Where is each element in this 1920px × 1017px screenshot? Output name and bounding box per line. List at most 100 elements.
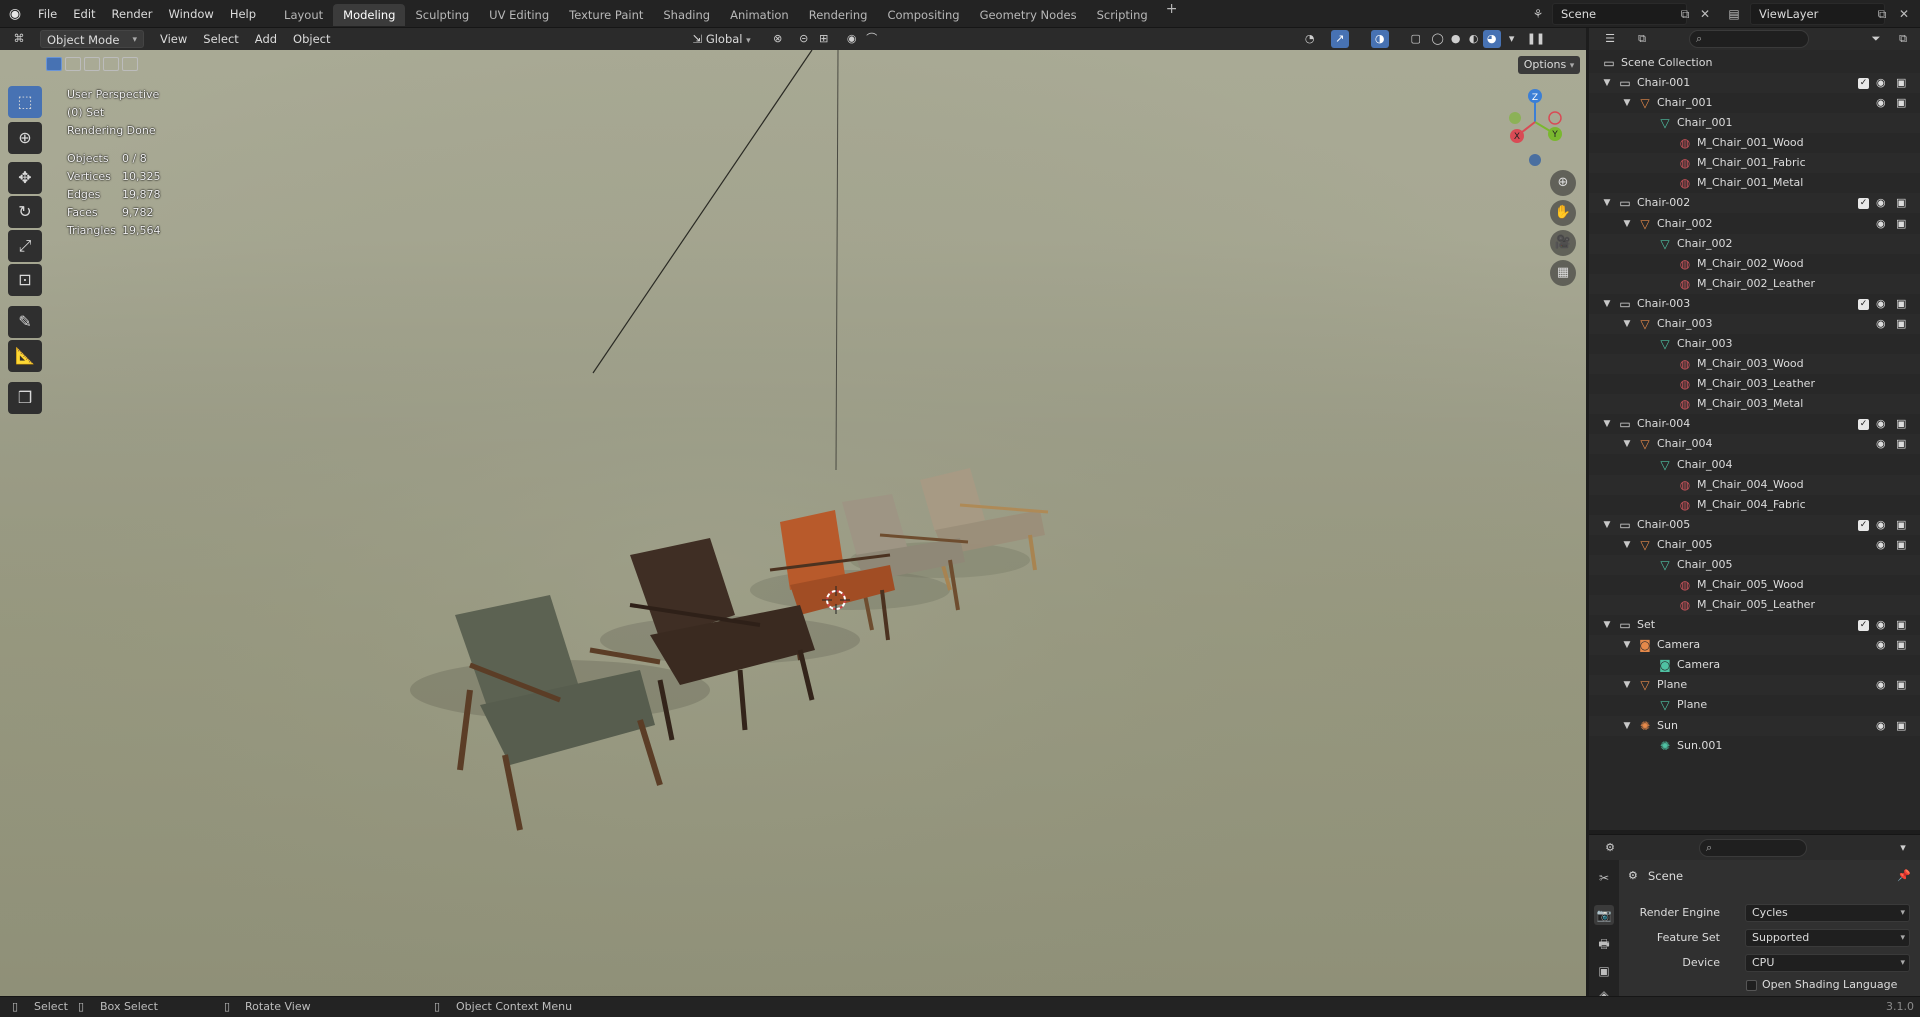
snap-toggle-icon[interactable]: ⊝ — [795, 30, 813, 48]
pan-hand-icon[interactable]: ✋ — [1550, 200, 1576, 226]
expand-toggle-icon[interactable]: ▼ — [1621, 675, 1633, 695]
exclude-checkbox[interactable]: ✓ — [1858, 78, 1869, 89]
pin-icon[interactable]: 📌 — [1897, 869, 1911, 882]
eye-icon[interactable]: ◉ — [1876, 93, 1886, 113]
view-layer-icon[interactable]: ▤ — [1724, 4, 1744, 24]
display-mode-icon[interactable]: ⧉ — [1633, 30, 1651, 48]
transform-orientation-dropdown[interactable]: ⇲ Global ▾ — [687, 30, 757, 48]
properties-editor-type-icon[interactable]: ⚙ — [1601, 839, 1619, 857]
tab-layout[interactable]: Layout — [274, 4, 333, 26]
rendered-shading-icon[interactable]: ◕ — [1482, 30, 1501, 48]
expand-toggle-icon[interactable]: ▼ — [1621, 635, 1633, 655]
exclude-checkbox[interactable]: ✓ — [1858, 198, 1869, 210]
outliner-item-mesh[interactable]: ▽ Chair_001 — [1589, 113, 1920, 134]
outliner-item-material[interactable]: ◍ M_Chair_005_Wood — [1589, 575, 1920, 595]
outliner-root[interactable]: ▭ Scene Collection — [1589, 53, 1920, 73]
render-camera-icon[interactable]: ▣ — [1896, 675, 1906, 695]
transform-tool-icon[interactable]: ⊡ — [8, 264, 42, 296]
tab-geometry-nodes[interactable]: Geometry Nodes — [970, 4, 1087, 26]
xray-toggle-icon[interactable]: ▢ — [1407, 30, 1425, 48]
outliner-item-material[interactable]: ◍ M_Chair_001_Wood — [1589, 133, 1920, 153]
eye-icon[interactable]: ◉ — [1876, 716, 1886, 736]
new-view-layer-icon[interactable]: ⧉ — [1872, 4, 1892, 24]
render-camera-icon[interactable]: ▣ — [1896, 515, 1906, 535]
tool-tab-icon[interactable]: ✂ — [1594, 868, 1614, 888]
menu-add[interactable]: Add — [249, 30, 283, 48]
filter-icon[interactable]: ⏷ — [1867, 30, 1885, 48]
render-camera-icon[interactable]: ▣ — [1896, 635, 1906, 655]
editor-type-icon[interactable]: ⌘ — [10, 30, 28, 48]
feature-set-dropdown[interactable]: Supported ▾ — [1745, 929, 1910, 947]
outliner-search-input[interactable]: ⌕ — [1689, 30, 1809, 48]
outliner-item-collection[interactable]: ▼ ▭ Chair-003 ✓ ◉ ▣ — [1589, 294, 1920, 314]
gizmo-toggle-icon[interactable]: ↗ — [1330, 30, 1349, 48]
outliner-item-material[interactable]: ◍ M_Chair_004_Fabric — [1589, 495, 1920, 515]
menu-view[interactable]: View — [154, 30, 193, 48]
outliner-item-material[interactable]: ◍ M_Chair_001_Metal — [1589, 173, 1920, 193]
measure-tool-icon[interactable]: 📐 — [8, 340, 42, 372]
expand-toggle-icon[interactable]: ▼ — [1621, 434, 1633, 454]
render-camera-icon[interactable]: ▣ — [1896, 214, 1906, 234]
render-camera-icon[interactable]: ▣ — [1896, 294, 1906, 314]
snap-target-icon[interactable]: ⊞ — [815, 30, 833, 48]
outliner-item-material[interactable]: ◍ M_Chair_001_Fabric — [1589, 153, 1920, 174]
new-collection-icon[interactable]: ⧉ — [1894, 30, 1912, 48]
outliner-item-material[interactable]: ◍ M_Chair_003_Metal — [1589, 394, 1920, 415]
visibility-filter-icon[interactable]: ◔ — [1301, 30, 1319, 48]
outliner-item-camera-data[interactable]: ◙ Camera — [1589, 655, 1920, 675]
delete-scene-icon[interactable]: ✕ — [1695, 4, 1715, 24]
options-dropdown[interactable]: Options ▾ — [1518, 56, 1580, 74]
render-camera-icon[interactable]: ▣ — [1896, 314, 1906, 334]
eye-icon[interactable]: ◉ — [1876, 615, 1886, 635]
eye-icon[interactable]: ◉ — [1876, 675, 1886, 695]
eye-icon[interactable]: ◉ — [1876, 294, 1886, 314]
device-dropdown[interactable]: CPU ▾ — [1745, 954, 1910, 972]
wireframe-shading-icon[interactable]: ◯ — [1429, 30, 1447, 48]
select-box-tool-icon[interactable]: ⬚ — [8, 86, 42, 118]
tab-shading[interactable]: Shading — [653, 4, 720, 26]
expand-toggle-icon[interactable]: ▼ — [1601, 515, 1613, 535]
object-mode-dropdown[interactable]: Object Mode ▾ — [40, 30, 144, 48]
select-mode-subtract-icon[interactable] — [84, 57, 100, 71]
outliner-item-object[interactable]: ▼ ▽ Chair_003 ◉ ▣ — [1589, 313, 1920, 334]
annotate-tool-icon[interactable]: ✎ — [8, 306, 42, 338]
outliner-item-material[interactable]: ◍ M_Chair_002_Wood — [1589, 254, 1920, 274]
menu-object[interactable]: Object — [287, 30, 336, 48]
tab-modeling[interactable]: Modeling — [333, 4, 406, 26]
tab-compositing[interactable]: Compositing — [877, 4, 969, 26]
eye-icon[interactable]: ◉ — [1876, 434, 1886, 454]
outliner-item-collection[interactable]: ▼ ▭ Chair-005 ✓ ◉ ▣ — [1589, 514, 1920, 535]
expand-toggle-icon[interactable]: ▼ — [1621, 716, 1633, 736]
outliner-item-material[interactable]: ◍ M_Chair_005_Leather — [1589, 595, 1920, 616]
scene-field[interactable]: Scene — [1552, 3, 1687, 25]
outliner-item-material[interactable]: ◍ M_Chair_004_Wood — [1589, 474, 1920, 495]
menu-render[interactable]: Render — [104, 0, 161, 28]
outliner-item-material[interactable]: ◍ M_Chair_003_Leather — [1589, 374, 1920, 394]
outliner-item-object[interactable]: ▼ ▽ Chair_004 ◉ ▣ — [1589, 434, 1920, 455]
outliner-item-collection[interactable]: ▼ ▭ Chair-002 ✓ ◉ ▣ — [1589, 193, 1920, 214]
tab-sculpting[interactable]: Sculpting — [405, 4, 479, 26]
overlay-toggle-icon[interactable]: ◑ — [1370, 30, 1389, 48]
select-mode-extend-icon[interactable] — [65, 57, 81, 71]
exclude-checkbox[interactable]: ✓ — [1858, 419, 1869, 431]
pause-render-icon[interactable]: ❚❚ — [1527, 30, 1545, 48]
render-camera-icon[interactable]: ▣ — [1896, 716, 1906, 736]
outliner-item-camera[interactable]: ▼ ◙ Camera ◉ ▣ — [1589, 635, 1920, 656]
toggle-perspective-icon[interactable]: ▦ — [1550, 260, 1576, 286]
render-camera-icon[interactable]: ▣ — [1896, 193, 1906, 213]
menu-window[interactable]: Window — [160, 0, 221, 28]
move-tool-icon[interactable]: ✥ — [8, 162, 42, 194]
expand-toggle-icon[interactable]: ▼ — [1621, 214, 1633, 234]
zoom-icon[interactable]: ⊕ — [1550, 170, 1576, 196]
exclude-checkbox[interactable]: ✓ — [1858, 298, 1869, 310]
tab-scripting[interactable]: Scripting — [1087, 4, 1158, 26]
render-camera-icon[interactable]: ▣ — [1896, 73, 1906, 93]
select-mode-intersect-icon[interactable] — [122, 57, 138, 71]
tab-animation[interactable]: Animation — [720, 4, 799, 26]
add-workspace-button[interactable]: + — [1158, 1, 1186, 26]
select-mode-difference-icon[interactable] — [103, 57, 119, 71]
chevron-down-icon[interactable]: ▾ — [1894, 839, 1912, 857]
outliner-item-light-data[interactable]: ✺ Sun.001 — [1589, 736, 1920, 756]
proportional-edit-icon[interactable]: ◉ — [843, 30, 861, 48]
render-camera-icon[interactable]: ▣ — [1896, 414, 1906, 434]
